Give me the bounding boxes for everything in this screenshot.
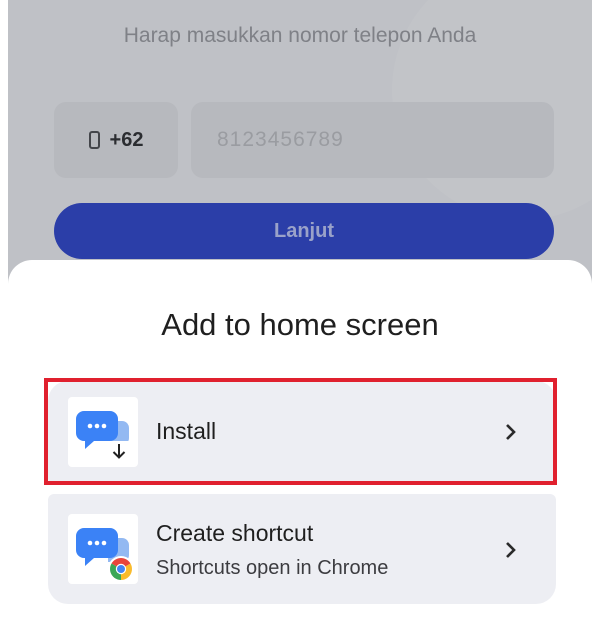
install-option[interactable]: Install <box>48 381 556 484</box>
chevron-right-icon <box>498 537 524 563</box>
country-code: +62 <box>109 128 144 151</box>
add-to-home-sheet: Add to home screen Install Create shortc… <box>8 260 592 638</box>
phone-icon <box>88 131 100 149</box>
create-shortcut-label: Create shortcut <box>156 520 314 546</box>
country-code-selector[interactable]: +62 <box>54 102 178 178</box>
phone-placeholder: 8123456789 <box>217 128 344 151</box>
continue-button[interactable]: Lanjut <box>54 203 554 259</box>
sheet-title: Add to home screen <box>161 307 439 342</box>
phone-number-input[interactable]: 8123456789 <box>191 102 554 178</box>
create-shortcut-option[interactable]: Create shortcut Shortcuts open in Chrome <box>48 494 556 604</box>
screen: Harap masukkan nomor telepon Anda +62 81… <box>8 0 592 638</box>
chat-app-chrome-icon <box>68 514 138 584</box>
chevron-right-icon <box>498 419 524 445</box>
install-label: Install <box>156 418 217 444</box>
shortcut-description: Shortcuts open in Chrome <box>156 557 389 579</box>
chat-app-install-icon <box>68 397 138 467</box>
phone-prompt-text: Harap masukkan nomor telepon Anda <box>123 24 477 47</box>
